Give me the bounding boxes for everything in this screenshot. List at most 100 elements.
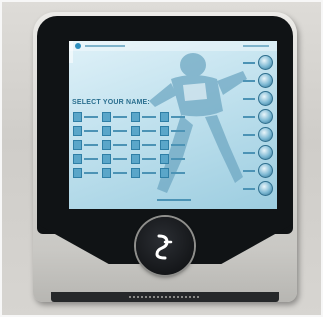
name-button[interactable] — [160, 167, 185, 179]
name-button[interactable] — [160, 153, 185, 165]
name-label — [171, 116, 185, 118]
name-label — [142, 116, 156, 118]
name-label — [84, 158, 98, 160]
name-button[interactable] — [131, 111, 156, 123]
name-photo-icon — [102, 112, 111, 122]
name-button[interactable] — [131, 153, 156, 165]
name-photo-icon — [73, 112, 82, 122]
avatar-item[interactable] — [243, 55, 273, 70]
name-label — [171, 172, 185, 174]
name-photo-icon — [102, 126, 111, 136]
avatar — [258, 163, 273, 178]
name-photo-icon — [160, 140, 169, 150]
avatar — [258, 73, 273, 88]
name-button[interactable] — [102, 111, 127, 123]
name-button[interactable] — [131, 125, 156, 137]
name-button-grid — [73, 111, 185, 179]
contactless-icon — [155, 234, 173, 260]
name-label — [113, 158, 127, 160]
avatar — [258, 181, 273, 196]
vent-slots — [129, 296, 199, 298]
name-photo-icon — [73, 140, 82, 150]
name-photo-icon — [131, 168, 140, 178]
name-photo-icon — [131, 154, 140, 164]
avatar — [258, 109, 273, 124]
header-text-left — [85, 45, 125, 47]
name-button[interactable] — [73, 167, 98, 179]
name-label — [171, 130, 185, 132]
name-label — [142, 130, 156, 132]
name-photo-icon — [73, 126, 82, 136]
name-label — [142, 172, 156, 174]
name-button[interactable] — [73, 153, 98, 165]
screen-glare — [69, 41, 73, 63]
name-label — [171, 158, 185, 160]
touch-screen[interactable]: SELECT YOUR NAME: — [69, 41, 277, 209]
name-label — [84, 130, 98, 132]
name-photo-icon — [160, 154, 169, 164]
avatar — [258, 91, 273, 106]
name-button[interactable] — [73, 139, 98, 151]
name-photo-icon — [160, 168, 169, 178]
avatar-label — [243, 79, 255, 82]
avatar-list — [243, 55, 273, 196]
avatar-item[interactable] — [243, 109, 273, 124]
name-photo-icon — [73, 168, 82, 178]
avatar-label — [243, 169, 255, 172]
avatar-item[interactable] — [243, 163, 273, 178]
name-button[interactable] — [131, 167, 156, 179]
avatar — [258, 55, 273, 70]
name-label — [113, 172, 127, 174]
name-photo-icon — [160, 112, 169, 122]
avatar-item[interactable] — [243, 145, 273, 160]
bottom-vent — [51, 292, 279, 302]
name-button[interactable] — [73, 125, 98, 137]
name-label — [84, 116, 98, 118]
name-label — [142, 144, 156, 146]
name-photo-icon — [102, 168, 111, 178]
name-button[interactable] — [102, 125, 127, 137]
avatar-item[interactable] — [243, 127, 273, 142]
avatar-label — [243, 61, 255, 64]
name-photo-icon — [131, 140, 140, 150]
name-button[interactable] — [160, 111, 185, 123]
name-photo-icon — [131, 126, 140, 136]
team-logo-icon — [75, 43, 81, 49]
avatar-label — [243, 115, 255, 118]
name-photo-icon — [131, 112, 140, 122]
kiosk-photo: SELECT YOUR NAME: — [0, 0, 323, 317]
name-photo-icon — [102, 154, 111, 164]
kiosk-bezel: SELECT YOUR NAME: — [37, 16, 293, 234]
name-photo-icon — [73, 154, 82, 164]
name-button[interactable] — [160, 139, 185, 151]
name-label — [113, 144, 127, 146]
header-text-right — [243, 45, 269, 47]
avatar — [258, 145, 273, 160]
avatar-item[interactable] — [243, 181, 273, 196]
avatar-item[interactable] — [243, 73, 273, 88]
name-button[interactable] — [102, 139, 127, 151]
name-label — [113, 130, 127, 132]
avatar-label — [243, 151, 255, 154]
name-button[interactable] — [102, 167, 127, 179]
kiosk-device: SELECT YOUR NAME: — [33, 12, 297, 302]
avatar-item[interactable] — [243, 91, 273, 106]
name-photo-icon — [160, 126, 169, 136]
name-label — [84, 172, 98, 174]
name-label — [84, 144, 98, 146]
screen-footer-text — [157, 199, 191, 201]
name-button[interactable] — [73, 111, 98, 123]
contactless-reader[interactable] — [136, 217, 194, 275]
name-label — [142, 158, 156, 160]
screen-title: SELECT YOUR NAME: — [72, 99, 150, 106]
avatar-label — [243, 133, 255, 136]
avatar-label — [243, 97, 255, 100]
name-button[interactable] — [102, 153, 127, 165]
name-button[interactable] — [131, 139, 156, 151]
avatar — [258, 127, 273, 142]
name-photo-icon — [102, 140, 111, 150]
name-label — [113, 116, 127, 118]
name-label — [171, 144, 185, 146]
name-button[interactable] — [160, 125, 185, 137]
avatar-label — [243, 187, 255, 190]
